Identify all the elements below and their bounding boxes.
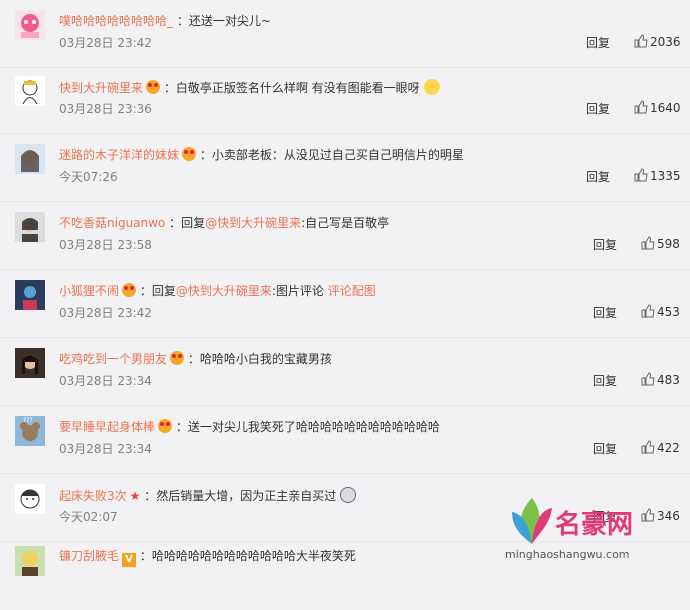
mention-link[interactable]: @快到大升碗里来 <box>205 216 301 230</box>
comment-time: 03月28日 23:42 <box>59 36 152 50</box>
comment-username[interactable]: 迷路的木子洋洋的妹妹 <box>59 148 179 162</box>
avatar[interactable] <box>15 348 45 378</box>
comment-item: 小狐狸不闹 ：回复@快到大升碗里来:图片评论 评论配图 03月28日 23:42… <box>0 270 690 338</box>
comment-time: 03月28日 23:34 <box>59 442 152 456</box>
like-count: 453 <box>657 305 680 319</box>
comment-text: 哈哈哈哈哈哈哈哈哈哈哈哈大半夜笑死 <box>151 549 356 563</box>
leaf-logo-icon <box>512 498 552 544</box>
separator: ： <box>172 420 188 434</box>
vip-badge-icon <box>158 419 173 433</box>
comment-text: 然后销量大增，因为正主亲自买过 <box>156 489 337 503</box>
reply-button[interactable]: 回复 <box>586 168 610 185</box>
thumbs-up-icon <box>641 440 655 454</box>
like-button[interactable]: 483 <box>641 372 680 387</box>
vip-badge-icon <box>146 80 161 94</box>
watermark-logo: 名豪网 minghaoshangwu.com <box>500 494 690 575</box>
avatar[interactable]: ??? <box>15 416 45 446</box>
like-button[interactable]: 453 <box>641 304 680 319</box>
comment-username[interactable]: 要早睡早起身体棒 <box>59 420 155 434</box>
comment-text: 小卖部老板：从没见过自己买自己明信片的明星 <box>211 148 464 162</box>
comment-item: 不吃香菇niguanwo ：回复@快到大升碗里来:自己写是百敬亭 03月28日 … <box>0 202 690 270</box>
like-count: 1335 <box>650 169 681 183</box>
reply-prefix: 回复 <box>151 284 176 298</box>
like-count: 2036 <box>650 35 681 49</box>
thumbs-up-icon <box>641 236 655 250</box>
like-button[interactable]: 1335 <box>634 168 681 183</box>
separator: ： <box>184 352 200 366</box>
comment-item: ??? 要早睡早起身体棒 ：送一对尖儿我笑死了哈哈哈哈哈哈哈哈哈哈哈哈 03月2… <box>0 406 690 474</box>
thumbs-up-icon <box>634 100 648 114</box>
separator: ： <box>196 148 212 162</box>
separator: ： <box>173 14 189 28</box>
separator: ： <box>160 81 176 95</box>
avatar[interactable] <box>15 484 45 514</box>
comment-username[interactable]: 噗哈哈哈哈哈哈哈哈_ <box>59 14 173 28</box>
svg-text:???: ??? <box>23 417 33 424</box>
comment-time: 今天07:26 <box>59 170 118 184</box>
like-button[interactable]: 598 <box>641 236 680 251</box>
avatar[interactable] <box>15 280 45 310</box>
avatar[interactable] <box>15 144 45 174</box>
comment-item: 噗哈哈哈哈哈哈哈哈_ ：还送一对尖儿~ 03月28日 23:42 回复 2036 <box>0 0 690 68</box>
comment-username[interactable]: 小狐狸不闹 <box>59 284 119 298</box>
comment-username[interactable]: 吃鸡吃到一个男朋友 <box>59 352 167 366</box>
reply-button[interactable]: 回复 <box>593 304 617 321</box>
comment-text: :自己写是百敬亭 <box>301 216 390 230</box>
comment-text: 白敬亭正版签名什么样啊 有没有图能看一眼呀 <box>175 81 420 95</box>
reply-button[interactable]: 回复 <box>586 34 610 51</box>
crying-emoji-icon <box>340 487 357 503</box>
comment-text: 还送一对尖儿~ <box>188 14 271 28</box>
separator: ： <box>136 284 152 298</box>
comment-time: 03月28日 23:58 <box>59 238 152 252</box>
avatar[interactable] <box>15 212 45 242</box>
like-count: 1640 <box>650 101 681 115</box>
reply-prefix: 回复 <box>181 216 206 230</box>
comment-item: 迷路的木子洋洋的妹妹 ：小卖部老板：从没见过自己买自己明信片的明星 今天07:2… <box>0 134 690 202</box>
vip-badge-icon <box>170 351 185 365</box>
mention-link[interactable]: @快到大升碗里来 <box>176 284 272 298</box>
like-count: 422 <box>657 441 680 455</box>
like-count: 598 <box>657 237 680 251</box>
avatar[interactable] <box>15 76 45 106</box>
avatar[interactable] <box>15 546 45 576</box>
reply-button[interactable]: 回复 <box>593 372 617 389</box>
reply-button[interactable]: 回复 <box>593 440 617 457</box>
comment-username[interactable]: 起床失败3次 <box>59 489 127 503</box>
thumbs-up-icon <box>634 168 648 182</box>
comment-username[interactable]: 不吃香菇niguanwo <box>59 216 165 230</box>
separator: ： <box>140 489 157 503</box>
separator: ： <box>136 549 152 563</box>
avatar[interactable] <box>15 10 45 40</box>
like-button[interactable]: 2036 <box>634 34 681 49</box>
comment-time: 03月28日 23:34 <box>59 374 152 388</box>
comment-text: :图片评论 <box>271 284 328 298</box>
comment-item: 吃鸡吃到一个男朋友 ：哈哈哈小白我的宝藏男孩 03月28日 23:34 回复 4… <box>0 338 690 406</box>
like-count: 483 <box>657 373 680 387</box>
comment-username[interactable]: 快到大升碗里来 <box>59 81 143 95</box>
comment-text: 哈哈哈小白我的宝藏男孩 <box>199 352 332 366</box>
comment-time: 今天02:07 <box>59 510 118 524</box>
v-badge-icon: V <box>122 553 137 567</box>
reply-button[interactable]: 回复 <box>586 100 610 117</box>
thumbs-up-icon <box>641 304 655 318</box>
thumbs-up-icon <box>641 372 655 386</box>
vip-badge-icon <box>182 147 197 161</box>
thumbs-up-icon <box>634 34 648 48</box>
comment-time: 03月28日 23:36 <box>59 102 152 116</box>
like-button[interactable]: 422 <box>641 440 680 455</box>
image-comment-link[interactable]: 评论配图 <box>328 284 376 298</box>
star-badge-icon: ★ <box>129 489 141 503</box>
comment-item: 快到大升碗里来 ：白敬亭正版签名什么样啊 有没有图能看一眼呀 03月28日 23… <box>0 66 690 134</box>
like-button[interactable]: 1640 <box>634 100 681 115</box>
reply-button[interactable]: 回复 <box>593 236 617 253</box>
comment-time: 03月28日 23:42 <box>59 306 152 320</box>
watermark-name: 名豪网 <box>555 510 634 540</box>
vip-badge-icon <box>122 283 137 297</box>
separator: ： <box>165 216 182 230</box>
watermark-url: minghaoshangwu.com <box>505 548 630 561</box>
comment-username[interactable]: 镰刀刮腋毛 <box>59 549 119 563</box>
comment-text: 送一对尖儿我笑死了哈哈哈哈哈哈哈哈哈哈哈哈 <box>187 420 440 434</box>
laughing-emoji-icon <box>423 79 440 95</box>
